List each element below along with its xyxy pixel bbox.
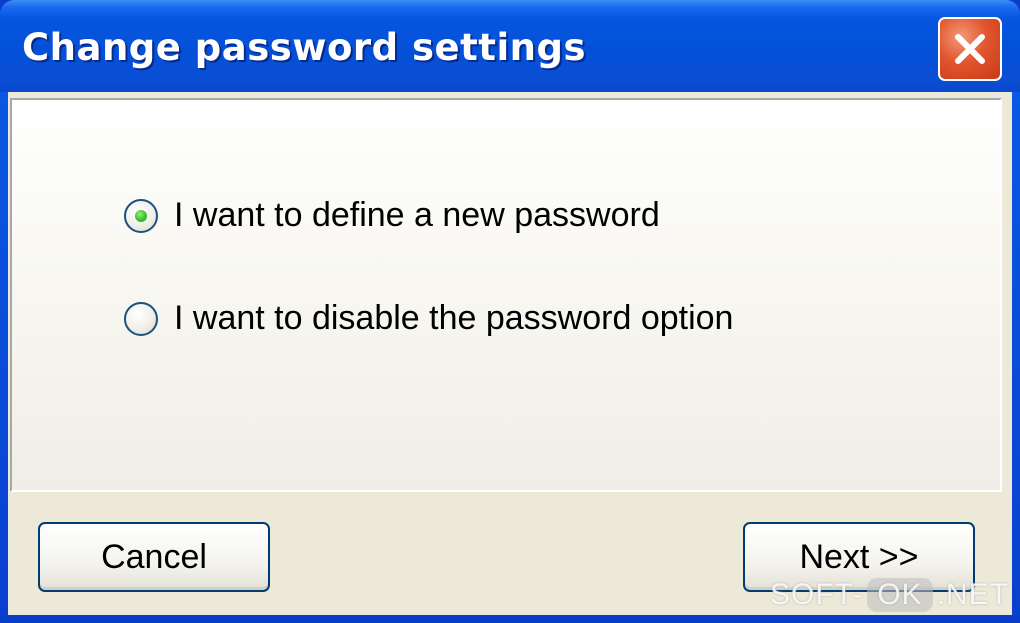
close-button[interactable]: [938, 17, 1002, 81]
option-define-new-password[interactable]: I want to define a new password: [124, 196, 660, 235]
radio-button-define-new-password[interactable]: [124, 198, 158, 233]
title-bar[interactable]: Change password settings: [0, 0, 1020, 92]
dialog-window: Change password settings I want to defin…: [0, 0, 1020, 623]
close-x-icon: [955, 34, 985, 64]
window-bottom-border: [0, 615, 1020, 623]
options-panel: I want to define a new password I want t…: [10, 98, 1002, 492]
option-label-define-new-password: I want to define a new password: [174, 196, 660, 234]
watermark-part-2: OK: [867, 578, 933, 612]
watermark-part-1: SOFT-: [770, 578, 864, 611]
dialog-body: I want to define a new password I want t…: [8, 92, 1012, 615]
watermark-part-3: .NET: [936, 578, 1010, 611]
option-label-disable-password: I want to disable the password option: [174, 299, 734, 337]
radio-selected-dot-icon: [135, 209, 147, 222]
radio-button-disable-password[interactable]: [124, 301, 158, 336]
watermark-logo: SOFT- OK .NET: [770, 578, 1009, 612]
cancel-button[interactable]: Cancel: [38, 522, 270, 592]
window-title: Change password settings: [22, 26, 587, 69]
option-disable-password[interactable]: I want to disable the password option: [124, 299, 733, 338]
